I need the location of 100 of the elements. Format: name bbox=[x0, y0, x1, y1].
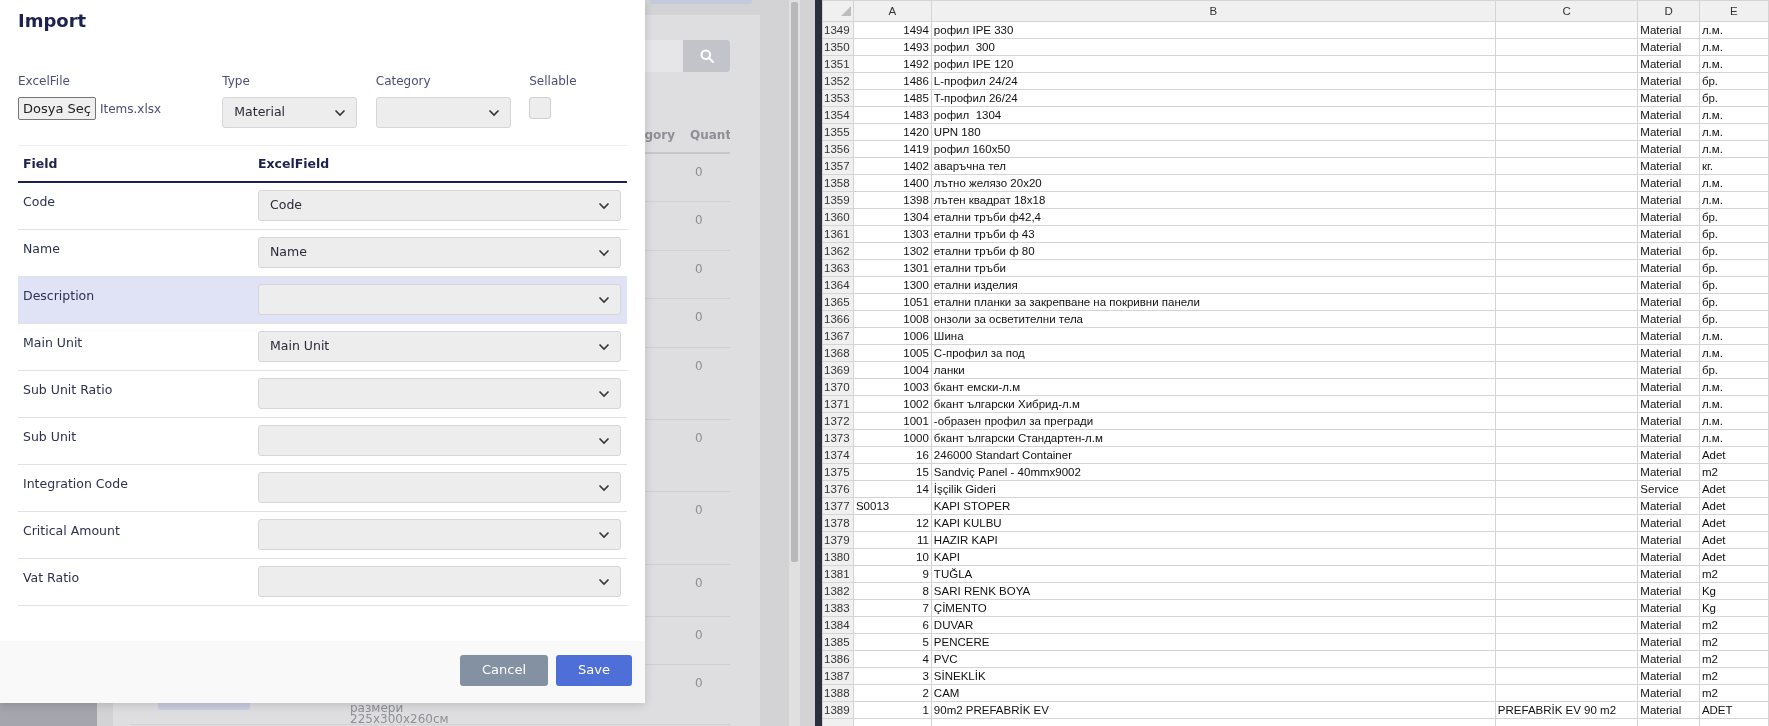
column-header: ExcelField bbox=[258, 156, 330, 172]
select-field[interactable]: Main Unit bbox=[258, 331, 621, 362]
table-row[interactable]: Sub Unit Ratio bbox=[18, 371, 627, 418]
spreadsheet-cell: Material bbox=[1637, 633, 1700, 651]
spreadsheet-cell: бкант ългарски Хибрид-л.м bbox=[931, 395, 1496, 413]
spreadsheet-cell: Material bbox=[1637, 463, 1700, 481]
spreadsheet-cell: л.м. bbox=[1699, 123, 1769, 141]
table-row[interactable]: Vat Ratio bbox=[18, 559, 627, 606]
spreadsheet-cell: Service bbox=[1637, 480, 1700, 498]
table-row[interactable]: Code Code bbox=[18, 183, 627, 230]
table-row[interactable]: Main Unit Main Unit bbox=[18, 324, 627, 371]
spreadsheet-cell: 1303 bbox=[853, 225, 932, 243]
spreadsheet-cell: Material bbox=[1637, 667, 1700, 685]
table-row[interactable]: Sub Unit bbox=[18, 418, 627, 465]
spreadsheet-cell: Material bbox=[1637, 684, 1700, 702]
select-field[interactable]: Name bbox=[258, 237, 621, 268]
spreadsheet-cell: 1419 bbox=[853, 140, 932, 158]
spreadsheet-cell: Kg bbox=[1699, 582, 1769, 600]
spreadsheet-cell: 1402 bbox=[853, 157, 932, 175]
spreadsheet-cell: Material bbox=[1637, 242, 1700, 260]
spreadsheet-cell: S0013 bbox=[853, 497, 932, 515]
table-row[interactable]: Name Name bbox=[18, 230, 627, 277]
spreadsheet-cell: Material bbox=[1637, 21, 1700, 39]
spreadsheet-cell: Material bbox=[1637, 55, 1700, 73]
spreadsheet-cell: 1483 bbox=[853, 106, 932, 124]
spreadsheet-cell: 1 bbox=[853, 701, 932, 719]
spreadsheet-cell: бр. bbox=[1699, 361, 1769, 379]
spreadsheet-cell: 1493 bbox=[853, 38, 932, 56]
spreadsheet-cell: бкант емски-л.м bbox=[931, 378, 1496, 396]
spreadsheet-cell: 8 bbox=[853, 582, 932, 600]
select-field[interactable]: Material bbox=[222, 97, 358, 128]
column-header[interactable]: E bbox=[1699, 0, 1769, 22]
spreadsheet-cell: KAPI bbox=[931, 548, 1496, 566]
spreadsheet-cell: бр. bbox=[1699, 225, 1769, 243]
spreadsheet-cell: 1486 bbox=[853, 72, 932, 90]
spreadsheet-cell: Material bbox=[1637, 616, 1700, 634]
spreadsheet-cell: 5 bbox=[853, 633, 932, 651]
description-text: 225x300x260см bbox=[350, 713, 450, 724]
table-row[interactable]: Description bbox=[18, 277, 627, 324]
spreadsheet-cell: 1006 bbox=[853, 327, 932, 345]
column-header[interactable]: B bbox=[931, 0, 1496, 22]
quantity-text: 0 bbox=[695, 310, 703, 324]
spreadsheet-cell: KAPI KULBU bbox=[931, 514, 1496, 532]
spreadsheet-cell: m2 bbox=[1699, 684, 1769, 702]
spreadsheet-cell: 2 bbox=[853, 684, 932, 702]
spreadsheet-cell: 1001 bbox=[853, 412, 932, 430]
field-label: Type bbox=[222, 73, 251, 90]
spreadsheet-cell: 11 bbox=[853, 531, 932, 549]
spreadsheet-cell: Sandviç Panel - 40mmx9002 bbox=[931, 463, 1496, 481]
spreadsheet-cell: TUĞLA bbox=[931, 565, 1496, 583]
spreadsheet-cell: бр. bbox=[1699, 259, 1769, 277]
spreadsheet-cell: Material bbox=[1637, 531, 1700, 549]
spreadsheet-cell: ланки bbox=[931, 361, 1496, 379]
spreadsheet-cell: 1302 bbox=[853, 242, 932, 260]
table-row[interactable]: Integration Code bbox=[18, 465, 627, 512]
spreadsheet-cell: Material bbox=[1637, 344, 1700, 362]
quantity-text: 0 bbox=[695, 262, 703, 276]
spreadsheet-cell: Material bbox=[1637, 310, 1700, 328]
select-field[interactable]: Code bbox=[258, 190, 621, 221]
spreadsheet-cell: етални изделия bbox=[931, 276, 1496, 294]
spreadsheet-cell: лътен квадрат 18x18 bbox=[931, 191, 1496, 209]
spreadsheet-cell: бр. bbox=[1699, 208, 1769, 226]
spreadsheet-cell: Material bbox=[1637, 446, 1700, 464]
spreadsheet-cell: L-профил 24/24 bbox=[931, 72, 1496, 90]
spreadsheet-cell: Material bbox=[1637, 582, 1700, 600]
spreadsheet-cell: PREFABRİK EV 90 m2 bbox=[1495, 701, 1638, 719]
spreadsheet-cell: m2 bbox=[1699, 616, 1769, 634]
spreadsheet-cell: T-профил 26/24 bbox=[931, 89, 1496, 107]
spreadsheet-cell: 1494 bbox=[853, 21, 932, 39]
spreadsheet-cell: 1005 bbox=[853, 344, 932, 362]
spreadsheet-cell: л.м. bbox=[1699, 140, 1769, 158]
column-header[interactable]: A bbox=[853, 0, 932, 22]
spreadsheet-cell: 14 bbox=[853, 480, 932, 498]
spreadsheet-cell: л.м. bbox=[1699, 327, 1769, 345]
column-header: Quant bbox=[690, 128, 730, 142]
save-button[interactable]: Save bbox=[556, 654, 632, 686]
spreadsheet-cell: 1301 bbox=[853, 259, 932, 277]
column-header[interactable]: D bbox=[1637, 0, 1700, 22]
table-row[interactable]: Critical Amount bbox=[18, 512, 627, 559]
spreadsheet-cell: 246000 Standart Container bbox=[931, 446, 1496, 464]
quantity-text: 0 bbox=[695, 213, 703, 227]
spreadsheet-cell: Material bbox=[1637, 293, 1700, 311]
spreadsheet-cell: Adet bbox=[1699, 480, 1769, 498]
spreadsheet-cell: Material bbox=[1637, 429, 1700, 447]
spreadsheet-cell: 1304 bbox=[853, 208, 932, 226]
spreadsheet-cell: Material bbox=[1637, 327, 1700, 345]
spreadsheet-cell: SARI RENK BOYA bbox=[931, 582, 1496, 600]
spreadsheet-cell: Material bbox=[1637, 361, 1700, 379]
spreadsheet-cell: Material bbox=[1637, 497, 1700, 515]
column-header[interactable]: C bbox=[1495, 0, 1638, 22]
spreadsheet-cell: -образен профил за прегради bbox=[931, 412, 1496, 430]
spreadsheet-cell: 4 bbox=[853, 650, 932, 668]
spreadsheet-cell: 1002 bbox=[853, 395, 932, 413]
spreadsheet-cell: Material bbox=[1637, 378, 1700, 396]
spreadsheet-cell: 1492 bbox=[853, 55, 932, 73]
quantity-text: 0 bbox=[695, 628, 703, 642]
spreadsheet-cell: 1420 bbox=[853, 123, 932, 141]
choose-file-button[interactable]: Dosya Seç bbox=[18, 97, 96, 120]
spreadsheet-cell: Material bbox=[1637, 191, 1700, 209]
file-name: Items.xlsx bbox=[99, 100, 162, 118]
